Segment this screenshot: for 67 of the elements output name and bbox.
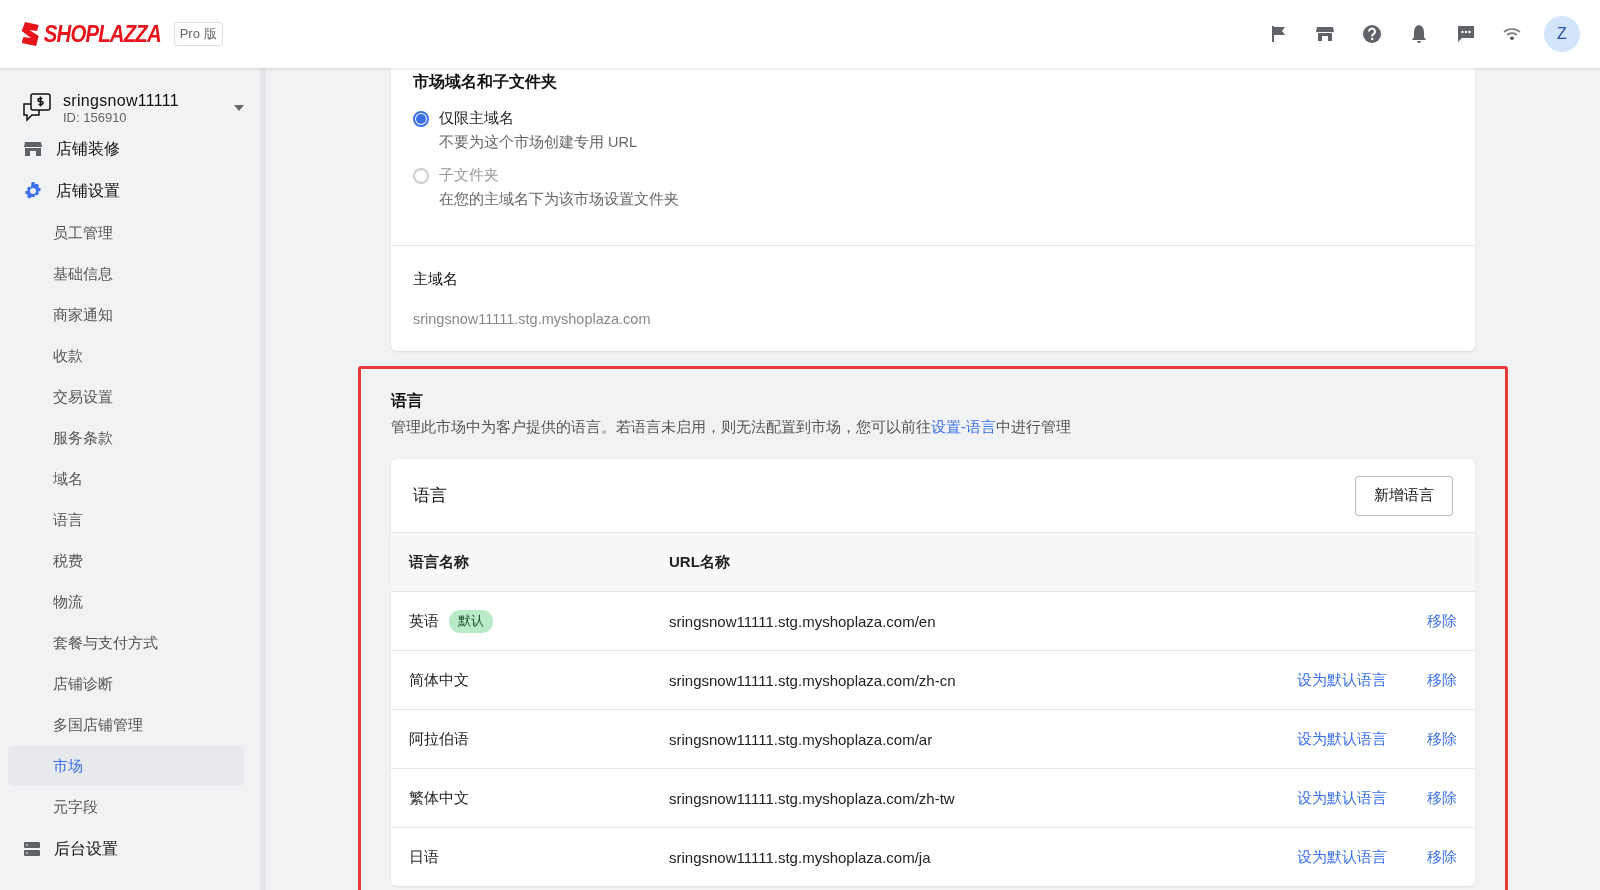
nav-item[interactable]: 基础信息 (8, 254, 244, 294)
action-link[interactable]: 设为默认语言 (1297, 788, 1387, 808)
section-title: 语言 (391, 391, 424, 411)
plan-badge: Pro 版 (173, 22, 223, 46)
card-title: 语言 (413, 485, 447, 507)
action-link[interactable]: 移除 (1427, 788, 1457, 808)
chat-icon[interactable] (1455, 23, 1477, 45)
shop-name: sringsnow11111 (63, 91, 179, 110)
radio-button[interactable] (413, 111, 429, 127)
action-link[interactable]: 设为默认语言 (1297, 670, 1387, 690)
action-link[interactable]: 移除 (1427, 611, 1457, 631)
logo[interactable]: SHOPLAZZA (43, 20, 161, 48)
store-icon (24, 141, 42, 157)
nav-item[interactable]: 套餐与支付方式 (8, 623, 244, 663)
language-name: 阿拉伯语 (409, 729, 469, 749)
nav-item[interactable]: 交易设置 (8, 377, 244, 417)
action-link[interactable]: 移除 (1427, 670, 1457, 690)
nav-item[interactable]: 收款 (8, 336, 244, 376)
nav-item[interactable]: 员工管理 (8, 213, 244, 253)
language-url: sringsnow11111.stg.myshoplaza.com/zh-cn (669, 671, 957, 689)
domain-value: sringsnow11111.stg.myshoplaza.com (413, 311, 652, 327)
option-description: 不要为这个市场创建专用 URL (439, 133, 638, 152)
wifi-icon (1502, 26, 1522, 42)
user-avatar[interactable]: Z (1544, 16, 1580, 52)
nav-section[interactable]: 后台设置 (8, 828, 244, 870)
nav-item[interactable]: 服务条款 (8, 418, 244, 458)
language-name: 英语 (409, 611, 439, 631)
logo-icon (20, 21, 41, 47)
nav-item[interactable]: 物流 (8, 582, 244, 622)
section-heading: 市场域名和子文件夹 (413, 72, 558, 92)
shop-icon (21, 92, 53, 124)
column-header: URL名称 (669, 552, 731, 572)
nav-section[interactable]: 店铺装修 (8, 128, 244, 170)
field-label: 主域名 (413, 270, 459, 289)
default-badge: 默认 (449, 609, 493, 633)
language-url: sringsnow11111.stg.myshoplaza.com/ja (669, 848, 932, 866)
language-url: sringsnow11111.stg.myshoplaza.com/en (669, 612, 937, 630)
language-url: sringsnow11111.stg.myshoplaza.com/zh-tw (669, 789, 956, 807)
server-icon (24, 841, 40, 857)
nav-item[interactable]: 域名 (8, 459, 244, 499)
settings-link[interactable]: 设置-语言 (931, 419, 996, 435)
action-link[interactable]: 移除 (1427, 729, 1457, 749)
nav-item[interactable]: 元字段 (8, 787, 244, 827)
nav-item[interactable]: 税费 (8, 541, 244, 581)
option-label: 仅限主域名 (439, 109, 515, 128)
nav-item[interactable]: 店铺诊断 (8, 664, 244, 704)
nav-item[interactable]: 市场 (8, 746, 244, 786)
option-label: 子文件夹 (439, 166, 500, 185)
action-link[interactable]: 移除 (1427, 847, 1457, 867)
option-description: 在您的主域名下为该市场设置文件夹 (439, 190, 679, 209)
settings-icon (24, 182, 42, 200)
column-header: 语言名称 (409, 552, 470, 572)
action-link[interactable]: 设为默认语言 (1297, 847, 1387, 867)
nav-item[interactable]: 多国店铺管理 (8, 705, 244, 745)
language-name: 简体中文 (409, 670, 469, 690)
action-link[interactable]: 设为默认语言 (1297, 729, 1387, 749)
add-language-button[interactable]: 新增语言 (1355, 475, 1453, 516)
nav-item[interactable]: 语言 (8, 500, 244, 540)
shop-id: ID: 156910 (63, 109, 128, 125)
nav-section[interactable]: 店铺设置 (8, 170, 244, 212)
language-name: 日语 (409, 847, 439, 867)
caret-icon[interactable] (234, 105, 244, 111)
nav-item[interactable]: 商家通知 (8, 295, 244, 335)
section-description: 管理此市场中为客户提供的语言。若语言未启用，则无法配置到市场，您可以前往设置-语言中进行管理 (391, 418, 1072, 437)
help-icon[interactable] (1361, 23, 1383, 45)
language-url: sringsnow11111.stg.myshoplaza.com/ar (669, 730, 934, 748)
language-name: 繁体中文 (409, 788, 469, 808)
